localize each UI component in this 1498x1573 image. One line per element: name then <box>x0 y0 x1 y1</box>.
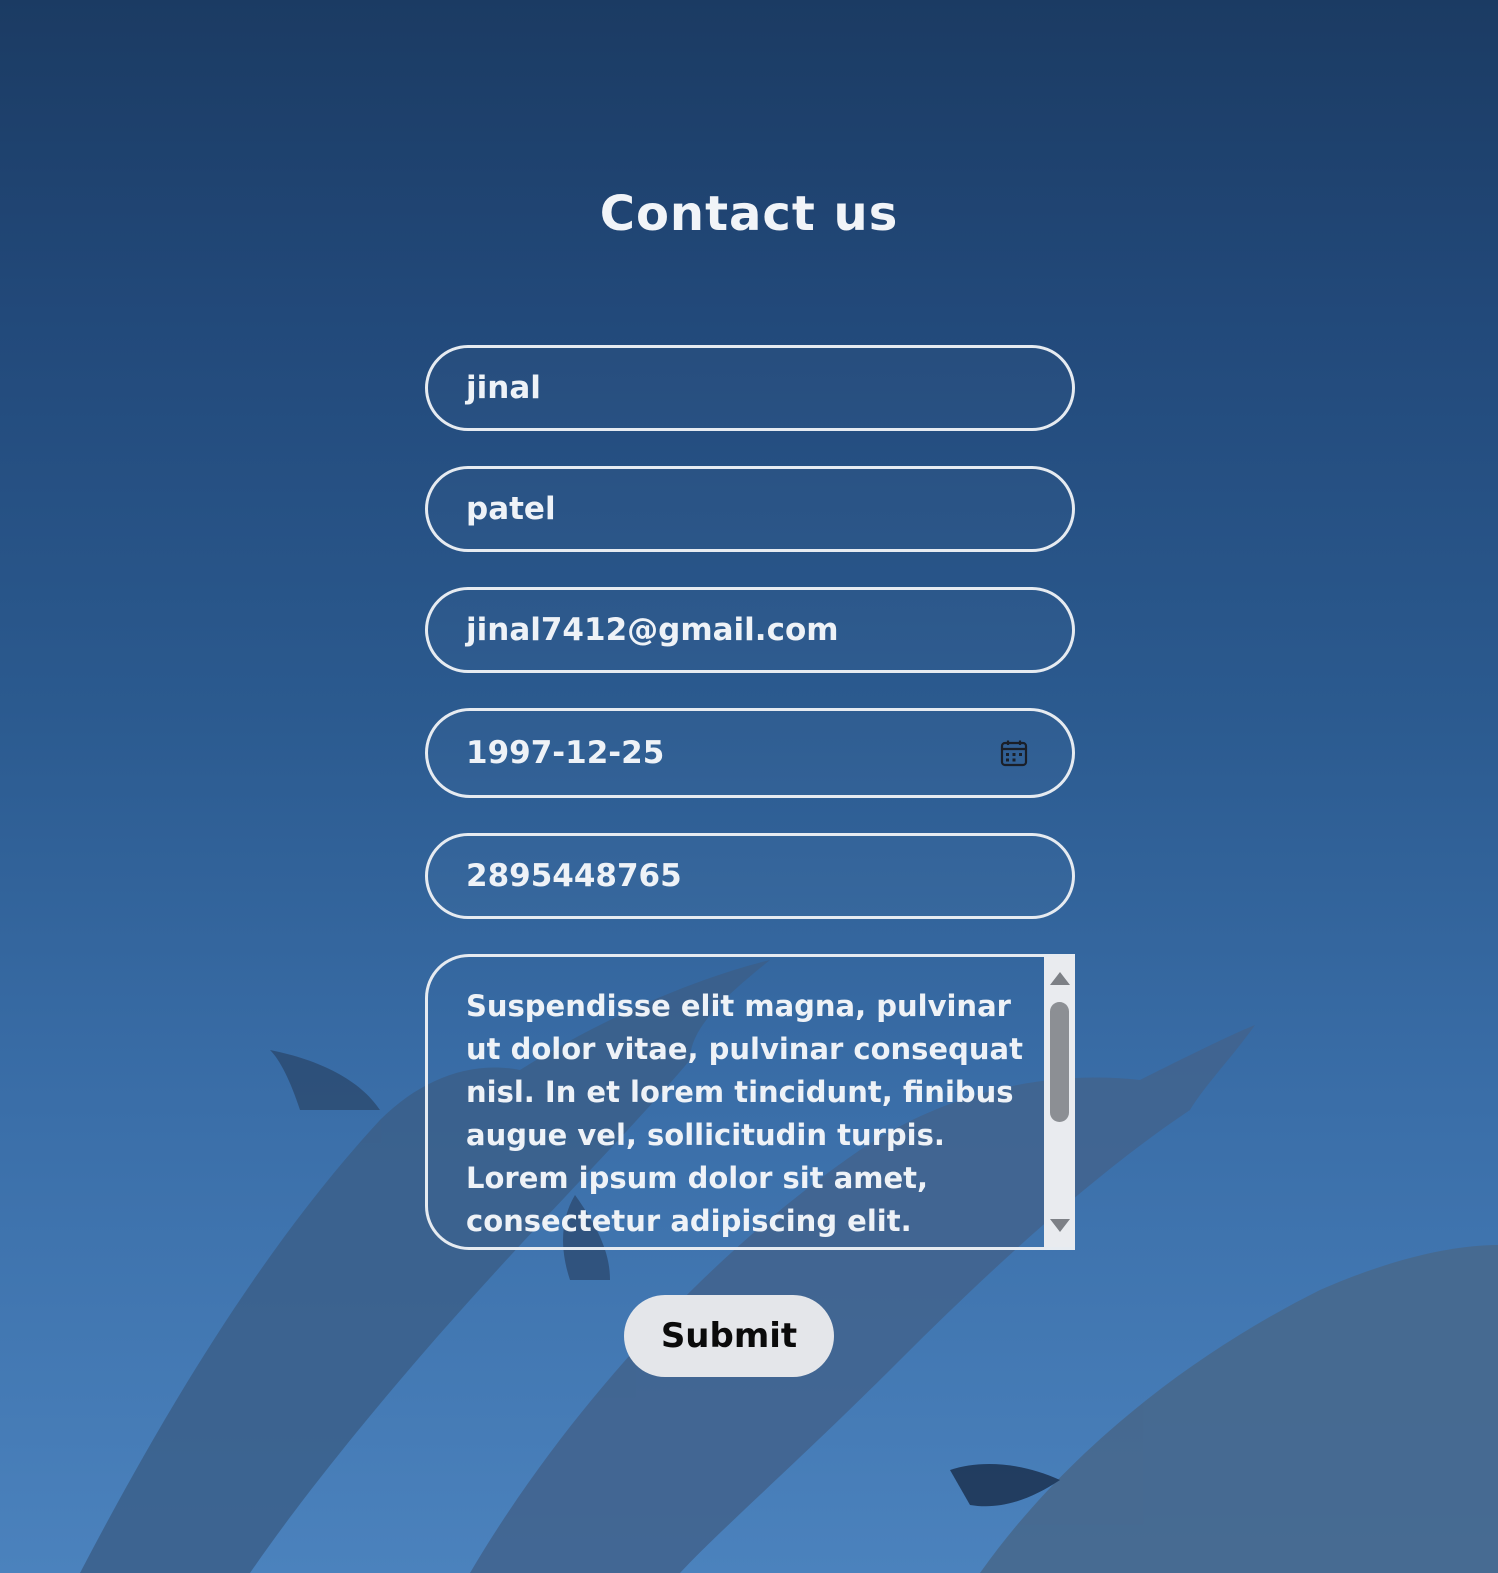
last-name-value: patel <box>466 491 556 527</box>
email-value: jinal7412@gmail.com <box>466 612 839 648</box>
last-name-input[interactable]: patel <box>425 466 1075 552</box>
message-textarea[interactable]: Suspendisse elit magna, pulvinar ut dolo… <box>425 954 1075 1250</box>
message-value: Suspendisse elit magna, pulvinar ut dolo… <box>466 989 1023 1238</box>
phone-input[interactable]: 2895448765 <box>425 833 1075 919</box>
first-name-value: jinal <box>466 370 541 406</box>
calendar-icon[interactable] <box>1000 739 1028 767</box>
message-scrollbar[interactable] <box>1044 957 1075 1247</box>
email-input[interactable]: jinal7412@gmail.com <box>425 587 1075 673</box>
first-name-input[interactable]: jinal <box>425 345 1075 431</box>
submit-button[interactable]: Submit <box>624 1295 834 1377</box>
phone-value: 2895448765 <box>466 858 682 894</box>
page-title: Contact us <box>599 186 899 242</box>
arrow-up-icon[interactable] <box>1050 972 1070 985</box>
date-input[interactable]: 1997-12-25 <box>425 708 1075 798</box>
arrow-down-icon[interactable] <box>1050 1219 1070 1232</box>
date-value: 1997-12-25 <box>466 735 665 771</box>
scrollbar-thumb[interactable] <box>1050 1002 1069 1122</box>
